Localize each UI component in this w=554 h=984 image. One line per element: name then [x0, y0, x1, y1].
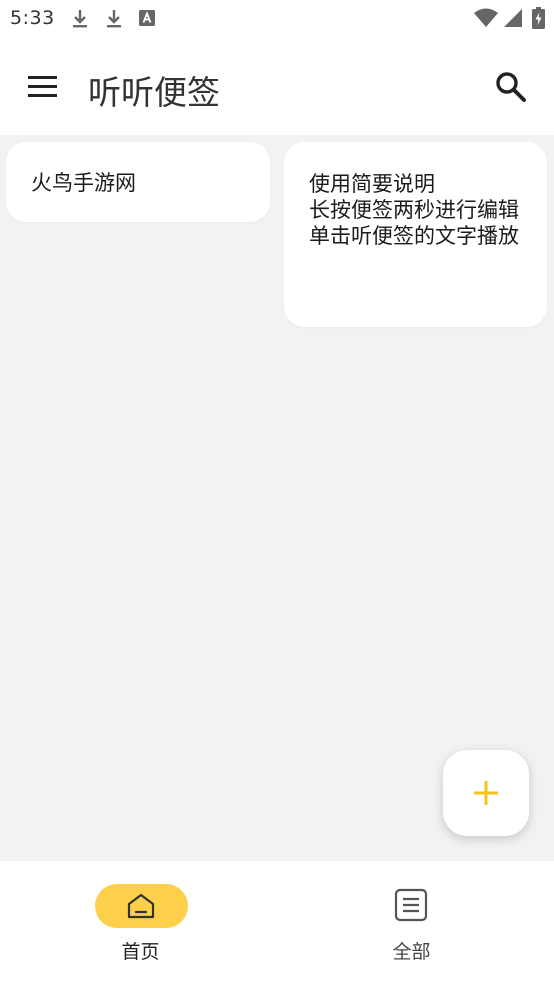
download-icon: [73, 10, 87, 28]
search-icon: [496, 72, 526, 102]
menu-icon: [28, 76, 57, 97]
app-title: 听听便签: [88, 73, 220, 112]
nav-item-home[interactable]: 首页: [0, 861, 277, 984]
app-bar: 听听便签: [0, 38, 554, 135]
selected-indicator: [95, 884, 188, 928]
note-text: 火鸟手游网: [31, 171, 136, 195]
menu-button[interactable]: [24, 68, 62, 106]
nav-item-all[interactable]: 全部: [277, 861, 554, 984]
nav-label-home: 首页: [121, 941, 160, 963]
home-icon: [127, 893, 155, 919]
note-card[interactable]: 使用简要说明 长按便签两秒进行编辑 单击听便签的文字播放: [284, 142, 547, 327]
note-text: 使用简要说明 长按便签两秒进行编辑 单击听便签的文字播放: [309, 172, 519, 248]
search-button[interactable]: [492, 68, 530, 106]
cellular-signal-icon: [504, 9, 522, 27]
download-icon: [107, 10, 121, 28]
plus-icon: [474, 781, 498, 805]
wifi-icon: [474, 8, 498, 27]
nav-label-all: 全部: [392, 941, 431, 963]
status-bar: 5:33: [0, 0, 554, 38]
text-a-icon: [139, 10, 155, 26]
note-card[interactable]: 火鸟手游网: [6, 142, 270, 222]
list-icon: [394, 888, 428, 922]
battery-charging-icon: [532, 7, 545, 29]
status-time: 5:33: [10, 7, 55, 29]
bottom-navigation: 首页 全部: [0, 861, 554, 984]
add-note-button[interactable]: [443, 750, 529, 836]
